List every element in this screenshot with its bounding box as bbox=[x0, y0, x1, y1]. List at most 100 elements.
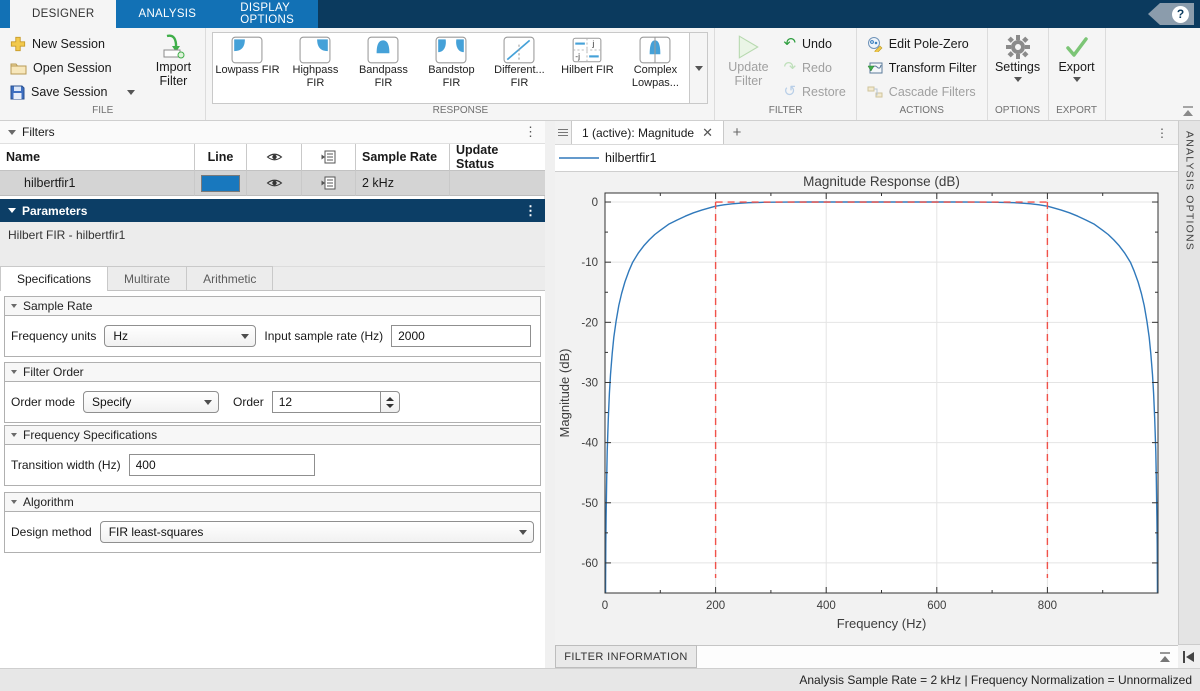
design-method-dropdown[interactable]: FIR least-squares bbox=[100, 521, 534, 543]
gallery-expand-button[interactable] bbox=[690, 32, 708, 104]
bandpass-fir-icon bbox=[367, 36, 399, 64]
tab-analysis[interactable]: ANALYSIS bbox=[116, 0, 218, 28]
highpass-fir-label: Highpass FIR bbox=[282, 64, 348, 90]
document-bar-icon[interactable] bbox=[555, 121, 571, 144]
help-button[interactable]: ? bbox=[1148, 3, 1194, 25]
spinner-down-icon[interactable] bbox=[386, 404, 394, 408]
filter-update-status-cell[interactable] bbox=[450, 171, 545, 196]
open-folder-icon bbox=[10, 61, 27, 75]
col-name[interactable]: Name bbox=[0, 144, 195, 171]
figure-tab-magnitude[interactable]: 1 (active): Magnitude ✕ bbox=[571, 121, 724, 144]
plot-area[interactable]: 02004006008000-10-20-30-40-50-60Magnitud… bbox=[555, 172, 1178, 645]
order-field[interactable] bbox=[272, 391, 380, 413]
bandstop-fir-icon bbox=[435, 36, 467, 64]
help-icon: ? bbox=[1172, 6, 1189, 23]
filter-name-cell[interactable]: hilbertfir1 bbox=[0, 171, 195, 196]
order-mode-dropdown[interactable]: Specify bbox=[83, 391, 219, 413]
chevron-down-icon bbox=[519, 530, 527, 535]
input-sample-rate-field[interactable] bbox=[391, 325, 531, 347]
filter-information-strip bbox=[697, 645, 1178, 668]
restore-button[interactable]: ↺ Restore bbox=[779, 80, 849, 104]
settings-button[interactable]: Settings bbox=[994, 32, 1042, 82]
export-label: Export bbox=[1058, 60, 1094, 74]
export-button[interactable]: Export bbox=[1055, 32, 1099, 82]
tab-designer[interactable]: DESIGNER bbox=[10, 0, 116, 28]
filters-parameters-panel: Filters ⋮ Name Line Sample Rate Update S… bbox=[0, 121, 545, 668]
cascade-filters-button[interactable]: Cascade Filters bbox=[863, 80, 981, 104]
filter-sample-rate-cell[interactable]: 2 kHz bbox=[356, 171, 450, 196]
collapse-toolstrip-button[interactable] bbox=[1181, 104, 1195, 121]
frequency-units-dropdown[interactable]: Hz bbox=[104, 325, 256, 347]
filters-collapse-icon[interactable] bbox=[8, 130, 16, 135]
spinner-up-icon[interactable] bbox=[386, 397, 394, 401]
highpass-fir-button[interactable]: Highpass FIR bbox=[281, 33, 349, 103]
filters-panel-header[interactable]: Filters ⋮ bbox=[0, 121, 545, 144]
bandstop-fir-button[interactable]: Bandstop FIR bbox=[417, 33, 485, 103]
filter-line-cell[interactable] bbox=[195, 171, 247, 196]
bandpass-fir-button[interactable]: Bandpass FIR bbox=[349, 33, 417, 103]
options-section-label: OPTIONS bbox=[988, 104, 1048, 120]
response-section-label: RESPONSE bbox=[206, 104, 714, 120]
tab-specifications[interactable]: Specifications bbox=[0, 266, 108, 291]
figure-tab-bar: 1 (active): Magnitude ✕ + ⋮ bbox=[555, 121, 1178, 145]
sample-rate-collapse-icon[interactable] bbox=[11, 304, 17, 308]
save-session-dropdown-icon[interactable] bbox=[127, 90, 135, 95]
analysis-options-strip[interactable]: ANALYSIS OPTIONS bbox=[1178, 121, 1200, 645]
col-update-status[interactable]: Update Status bbox=[450, 144, 545, 171]
order-stepper[interactable] bbox=[272, 391, 400, 413]
input-sample-rate-label: Input sample rate (Hz) bbox=[264, 329, 383, 343]
tab-multirate[interactable]: Multirate bbox=[107, 266, 187, 290]
hilbert-fir-button[interactable]: j-j Hilbert FIR bbox=[553, 33, 621, 103]
complex-lowpass-button[interactable]: Complex Lowpas... bbox=[621, 33, 689, 103]
frequency-specifications-group-header[interactable]: Frequency Specifications bbox=[5, 426, 540, 445]
close-icon[interactable]: ✕ bbox=[702, 125, 713, 141]
frequency-specifications-collapse-icon[interactable] bbox=[11, 433, 17, 437]
new-figure-button[interactable]: + bbox=[724, 121, 750, 144]
magnitude-response-chart[interactable]: 02004006008000-10-20-30-40-50-60Magnitud… bbox=[555, 172, 1178, 645]
status-bar-text: Analysis Sample Rate = 2 kHz | Frequency… bbox=[799, 673, 1192, 687]
svg-text:Magnitude Response (dB): Magnitude Response (dB) bbox=[803, 174, 960, 189]
open-session-button[interactable]: Open Session bbox=[6, 56, 139, 80]
save-session-button[interactable]: Save Session bbox=[6, 80, 139, 104]
new-session-button[interactable]: New Session bbox=[6, 32, 139, 56]
transition-width-field[interactable] bbox=[129, 454, 315, 476]
filter-row-hilbertfir1[interactable]: hilbertfir1 2 kHz bbox=[0, 171, 545, 196]
import-filter-button[interactable]: Import Filter bbox=[147, 32, 199, 88]
filter-order-collapse-icon[interactable] bbox=[11, 370, 17, 374]
col-visibility[interactable] bbox=[247, 144, 302, 171]
parameters-panel-header[interactable]: Parameters ⋮ bbox=[0, 199, 545, 222]
figure-menu-icon[interactable]: ⋮ bbox=[1156, 121, 1178, 144]
restore-panel-button[interactable] bbox=[1178, 645, 1200, 668]
order-spinner-buttons[interactable] bbox=[380, 391, 400, 413]
tab-display-options[interactable]: DISPLAY OPTIONS bbox=[218, 0, 318, 28]
lowpass-fir-button[interactable]: Lowpass FIR bbox=[213, 33, 281, 103]
filters-table: Name Line Sample Rate Update Status hilb… bbox=[0, 144, 545, 196]
filter-visibility-cell[interactable] bbox=[247, 171, 302, 196]
sample-rate-group-header[interactable]: Sample Rate bbox=[5, 297, 540, 316]
filter-info-cell[interactable] bbox=[302, 171, 356, 196]
filters-menu-icon[interactable]: ⋮ bbox=[524, 127, 537, 137]
filter-information-tab[interactable]: FILTER INFORMATION bbox=[555, 645, 697, 668]
parameters-menu-icon[interactable]: ⋮ bbox=[524, 206, 537, 216]
algorithm-group-header[interactable]: Algorithm bbox=[5, 493, 540, 512]
col-line[interactable]: Line bbox=[195, 144, 247, 171]
tab-arithmetic[interactable]: Arithmetic bbox=[186, 266, 273, 290]
parameters-collapse-icon[interactable] bbox=[8, 208, 16, 213]
redo-button[interactable]: ↷ Redo bbox=[779, 56, 849, 80]
edit-pole-zero-label: Edit Pole-Zero bbox=[889, 37, 969, 51]
differentiator-fir-button[interactable]: Different... FIR bbox=[485, 33, 553, 103]
edit-pole-zero-button[interactable]: Edit Pole-Zero bbox=[863, 32, 981, 56]
save-session-label: Save Session bbox=[31, 85, 107, 99]
col-filter-info[interactable] bbox=[302, 144, 356, 171]
filter-order-group-header[interactable]: Filter Order bbox=[5, 363, 540, 382]
line-color-swatch[interactable] bbox=[201, 175, 240, 192]
col-sample-rate[interactable]: Sample Rate bbox=[356, 144, 450, 171]
update-filter-button[interactable]: Update Filter bbox=[721, 32, 775, 88]
algorithm-collapse-icon[interactable] bbox=[11, 500, 17, 504]
collapse-panel-icon[interactable] bbox=[1158, 650, 1172, 664]
undo-button[interactable]: ↶ Undo bbox=[779, 32, 849, 56]
plot-legend: hilbertfir1 bbox=[555, 145, 1178, 172]
design-method-label: Design method bbox=[11, 525, 92, 539]
legend-label[interactable]: hilbertfir1 bbox=[605, 151, 656, 165]
transform-filter-button[interactable]: Transform Filter bbox=[863, 56, 981, 80]
